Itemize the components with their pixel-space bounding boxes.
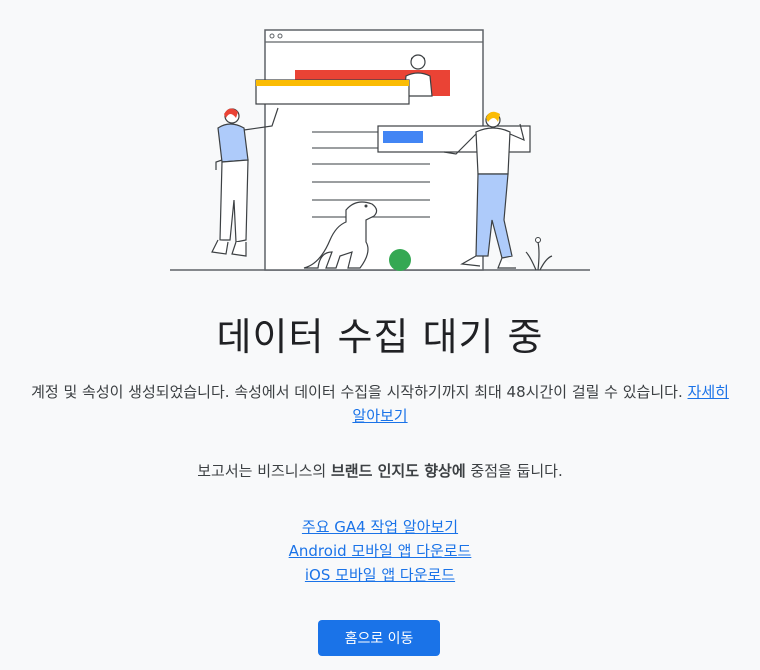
report-prefix: 보고서는 비즈니스의 bbox=[197, 462, 331, 480]
description: 계정 및 속성이 생성되었습니다. 속성에서 데이터 수집을 시작하기까지 최대… bbox=[30, 380, 730, 428]
resource-links: 주요 GA4 작업 알아보기 Android 모바일 앱 다운로드 iOS 모바… bbox=[0, 515, 760, 587]
people-with-document-illustration bbox=[170, 29, 590, 271]
description-text: 계정 및 속성이 생성되었습니다. 속성에서 데이터 수집을 시작하기까지 최대… bbox=[31, 383, 683, 401]
ball-icon bbox=[389, 249, 411, 271]
ga4-tasks-link[interactable]: 주요 GA4 작업 알아보기 bbox=[302, 515, 458, 539]
android-app-link[interactable]: Android 모바일 앱 다운로드 bbox=[289, 539, 472, 563]
data-collection-pending-page: 데이터 수집 대기 중 계정 및 속성이 생성되었습니다. 속성에서 데이터 수… bbox=[0, 0, 760, 670]
yellow-strip bbox=[256, 80, 409, 86]
report-bold: 브랜드 인지도 향상에 bbox=[330, 462, 466, 480]
ios-app-link[interactable]: iOS 모바일 앱 다운로드 bbox=[305, 563, 455, 587]
report-suffix: 중점을 둡니다. bbox=[465, 462, 563, 480]
report-focus-text: 보고서는 비즈니스의 브랜드 인지도 향상에 중점을 둡니다. bbox=[0, 460, 760, 481]
plant-icon bbox=[525, 237, 553, 271]
blue-block bbox=[383, 131, 423, 143]
go-home-button[interactable]: 홈으로 이동 bbox=[318, 620, 440, 656]
page-title: 데이터 수집 대기 중 bbox=[216, 315, 544, 359]
